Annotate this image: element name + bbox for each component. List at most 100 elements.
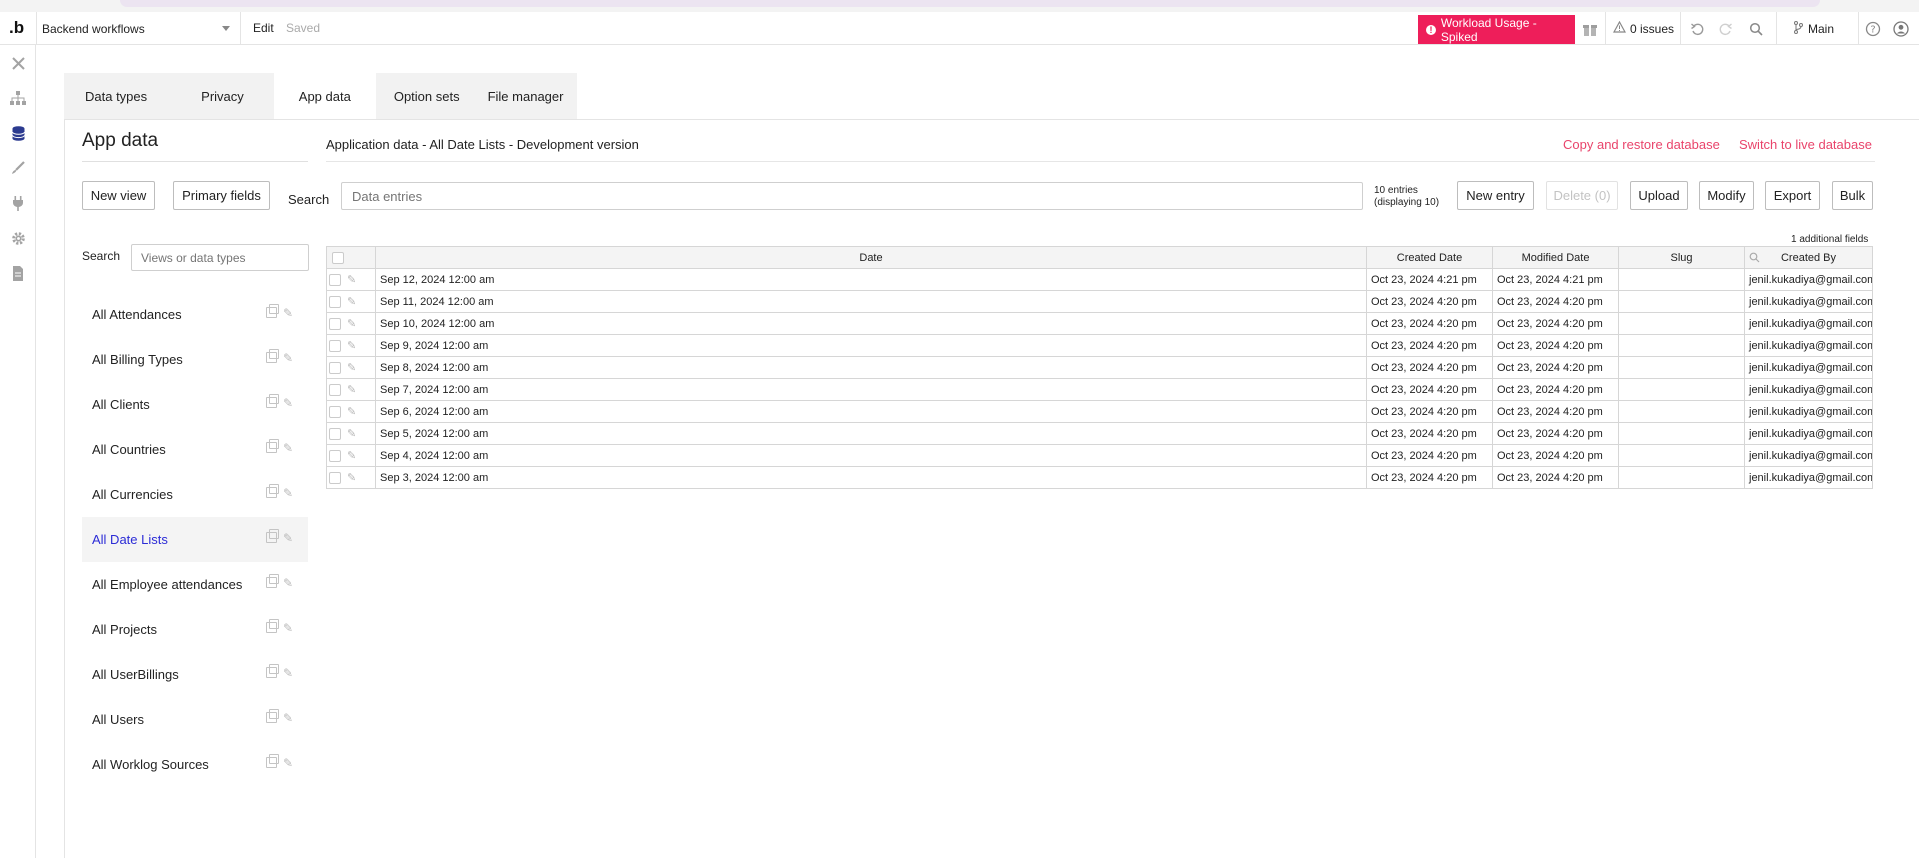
- column-header-date[interactable]: Date: [375, 246, 1367, 269]
- date-cell[interactable]: Sep 9, 2024 12:00 am: [375, 334, 1367, 357]
- list-item[interactable]: All Users ✎: [82, 697, 308, 742]
- created-date-cell[interactable]: Oct 23, 2024 4:20 pm: [1366, 312, 1493, 335]
- copy-icon[interactable]: [266, 529, 279, 543]
- help-icon[interactable]: ?: [1864, 20, 1882, 38]
- column-header-modified-date[interactable]: Modified Date: [1492, 246, 1619, 269]
- pencil-icon[interactable]: ✎: [283, 487, 296, 500]
- table-row[interactable]: ✎ Sep 11, 2024 12:00 am Oct 23, 2024 4:20 …: [326, 290, 1873, 313]
- slug-cell[interactable]: [1618, 400, 1745, 423]
- created-date-cell[interactable]: Oct 23, 2024 4:20 pm: [1366, 356, 1493, 379]
- row-checkbox[interactable]: [329, 471, 341, 484]
- slug-cell[interactable]: [1618, 422, 1745, 445]
- modified-date-cell[interactable]: Oct 23, 2024 4:20 pm: [1492, 290, 1619, 313]
- pencil-icon[interactable]: ✎: [283, 667, 296, 680]
- created-date-cell[interactable]: Oct 23, 2024 4:20 pm: [1366, 334, 1493, 357]
- pencil-icon[interactable]: ✎: [283, 352, 296, 365]
- list-item[interactable]: All Employee attendances ✎: [82, 562, 308, 607]
- pencil-icon[interactable]: ✎: [283, 577, 296, 590]
- list-item[interactable]: All Worklog Sources ✎: [82, 742, 308, 787]
- date-cell[interactable]: Sep 11, 2024 12:00 am: [375, 290, 1367, 313]
- new-entry-button[interactable]: New entry: [1457, 181, 1534, 210]
- modified-date-cell[interactable]: Oct 23, 2024 4:20 pm: [1492, 334, 1619, 357]
- slug-cell[interactable]: [1618, 356, 1745, 379]
- row-checkbox[interactable]: [329, 339, 341, 352]
- modified-date-cell[interactable]: Oct 23, 2024 4:21 pm: [1492, 268, 1619, 291]
- copy-icon[interactable]: [266, 439, 279, 453]
- table-row[interactable]: ✎ Sep 8, 2024 12:00 am Oct 23, 2024 4:20 p…: [326, 356, 1873, 379]
- pencil-icon[interactable]: ✎: [347, 339, 356, 352]
- pencil-icon[interactable]: ✎: [347, 273, 356, 286]
- row-checkbox[interactable]: [329, 273, 341, 286]
- table-row[interactable]: ✎ Sep 7, 2024 12:00 am Oct 23, 2024 4:20 p…: [326, 378, 1873, 401]
- row-checkbox[interactable]: [329, 405, 341, 418]
- slug-cell[interactable]: [1618, 334, 1745, 357]
- pencil-icon[interactable]: ✎: [347, 471, 356, 484]
- slug-cell[interactable]: [1618, 444, 1745, 467]
- created-date-cell[interactable]: Oct 23, 2024 4:20 pm: [1366, 400, 1493, 423]
- modified-date-cell[interactable]: Oct 23, 2024 4:20 pm: [1492, 356, 1619, 379]
- date-cell[interactable]: Sep 8, 2024 12:00 am: [375, 356, 1367, 379]
- date-cell[interactable]: Sep 7, 2024 12:00 am: [375, 378, 1367, 401]
- pencil-icon[interactable]: ✎: [347, 427, 356, 440]
- copy-icon[interactable]: [266, 754, 279, 768]
- row-checkbox[interactable]: [329, 427, 341, 440]
- pencil-icon[interactable]: ✎: [347, 449, 356, 462]
- list-item[interactable]: All Billing Types ✎: [82, 337, 308, 382]
- workload-usage-button[interactable]: ! Workload Usage - Spiked: [1418, 15, 1575, 44]
- copy-icon[interactable]: [266, 664, 279, 678]
- created-date-cell[interactable]: Oct 23, 2024 4:20 pm: [1366, 466, 1493, 489]
- created-by-cell[interactable]: jenil.kukadiya@gmail.com: [1744, 422, 1873, 445]
- plugin-icon[interactable]: [9, 194, 27, 212]
- table-row[interactable]: ✎ Sep 5, 2024 12:00 am Oct 23, 2024 4:20 p…: [326, 422, 1873, 445]
- slug-cell[interactable]: [1618, 268, 1745, 291]
- copy-icon[interactable]: [266, 619, 279, 633]
- row-checkbox[interactable]: [329, 317, 341, 330]
- list-item[interactable]: All Projects ✎: [82, 607, 308, 652]
- bulk-button[interactable]: Bulk: [1832, 181, 1873, 210]
- date-cell[interactable]: Sep 12, 2024 12:00 am: [375, 268, 1367, 291]
- gift-icon[interactable]: [1581, 20, 1599, 38]
- additional-fields-link[interactable]: 1 additional fields: [1791, 234, 1868, 245]
- design-tools-icon[interactable]: [9, 54, 27, 72]
- switch-live-database-link[interactable]: Switch to live database: [1739, 137, 1872, 152]
- modified-date-cell[interactable]: Oct 23, 2024 4:20 pm: [1492, 466, 1619, 489]
- created-date-cell[interactable]: Oct 23, 2024 4:21 pm: [1366, 268, 1493, 291]
- modified-date-cell[interactable]: Oct 23, 2024 4:20 pm: [1492, 312, 1619, 335]
- undo-icon[interactable]: [1688, 20, 1706, 38]
- pencil-icon[interactable]: ✎: [283, 397, 296, 410]
- primary-fields-button[interactable]: Primary fields: [173, 181, 270, 210]
- row-checkbox[interactable]: [329, 383, 341, 396]
- copy-icon[interactable]: [266, 349, 279, 363]
- row-checkbox[interactable]: [329, 361, 341, 374]
- tab-file-manager[interactable]: File manager: [474, 73, 578, 119]
- logs-document-icon[interactable]: [9, 264, 27, 282]
- workflow-icon[interactable]: [9, 89, 27, 107]
- table-row[interactable]: ✎ Sep 9, 2024 12:00 am Oct 23, 2024 4:20 p…: [326, 334, 1873, 357]
- tab-data-types[interactable]: Data types: [64, 73, 168, 119]
- table-row[interactable]: ✎ Sep 12, 2024 12:00 am Oct 23, 2024 4:21 …: [326, 268, 1873, 291]
- created-by-cell[interactable]: jenil.kukadiya@gmail.com: [1744, 400, 1873, 423]
- pencil-icon[interactable]: ✎: [283, 532, 296, 545]
- upload-button[interactable]: Upload: [1630, 181, 1688, 210]
- created-by-cell[interactable]: jenil.kukadiya@gmail.com: [1744, 356, 1873, 379]
- date-cell[interactable]: Sep 10, 2024 12:00 am: [375, 312, 1367, 335]
- slug-cell[interactable]: [1618, 290, 1745, 313]
- table-row[interactable]: ✎ Sep 6, 2024 12:00 am Oct 23, 2024 4:20 p…: [326, 400, 1873, 423]
- search-icon[interactable]: [1747, 20, 1765, 38]
- edit-menu[interactable]: Edit: [253, 21, 274, 35]
- entries-search-input[interactable]: [341, 182, 1363, 210]
- created-date-cell[interactable]: Oct 23, 2024 4:20 pm: [1366, 422, 1493, 445]
- pencil-icon[interactable]: ✎: [347, 317, 356, 330]
- list-item-active[interactable]: All Date Lists ✎: [82, 517, 308, 562]
- tab-privacy[interactable]: Privacy: [168, 73, 274, 119]
- pencil-icon[interactable]: ✎: [283, 712, 296, 725]
- modified-date-cell[interactable]: Oct 23, 2024 4:20 pm: [1492, 422, 1619, 445]
- list-item[interactable]: All Currencies ✎: [82, 472, 308, 517]
- created-by-cell[interactable]: jenil.kukadiya@gmail.com: [1744, 312, 1873, 335]
- export-button[interactable]: Export: [1765, 181, 1820, 210]
- modified-date-cell[interactable]: Oct 23, 2024 4:20 pm: [1492, 378, 1619, 401]
- created-date-cell[interactable]: Oct 23, 2024 4:20 pm: [1366, 378, 1493, 401]
- pencil-icon[interactable]: ✎: [283, 307, 296, 320]
- copy-icon[interactable]: [266, 394, 279, 408]
- created-by-cell[interactable]: jenil.kukadiya@gmail.com: [1744, 466, 1873, 489]
